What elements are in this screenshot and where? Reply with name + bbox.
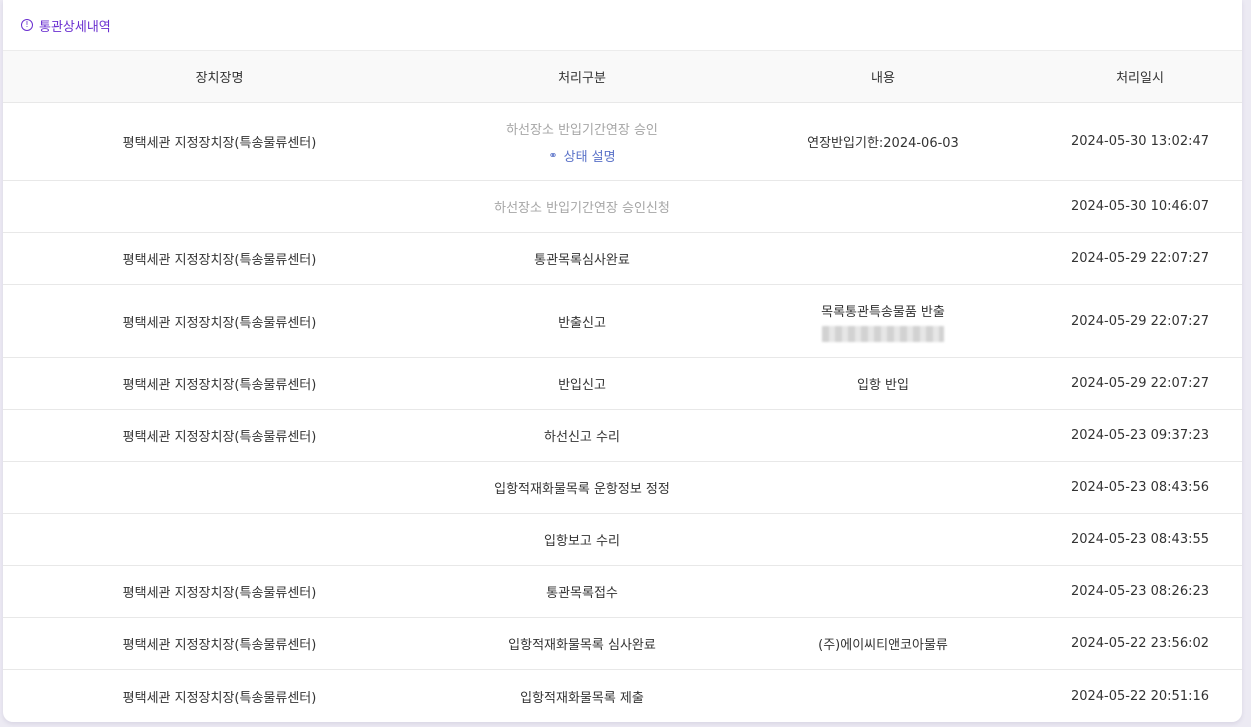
table-row: 평택세관 지정장치장(특송물류센터) 반입신고 입항 반입 2024-05-29… xyxy=(3,358,1242,410)
cell-type: 반출신고 xyxy=(558,315,606,331)
cell-datetime: 2024-05-23 09:37:23 xyxy=(1070,428,1210,443)
table-row: 입항적재화물목록 운항정보 정정 2024-05-23 08:43:56 xyxy=(3,462,1242,514)
table-header: 장치장명 처리구분 내용 처리일시 xyxy=(3,51,1242,103)
cell-type: 하선신고 수리 xyxy=(544,430,620,445)
cell-datetime: 2024-05-30 10:46:07 xyxy=(1070,199,1210,214)
cell-content: (주)에이씨티앤코아물류 xyxy=(818,638,948,653)
cell-datetime: 2024-05-29 22:07:27 xyxy=(1070,251,1210,266)
table-row: 하선장소 반입기간연장 승인신청 2024-05-30 10:46:07 xyxy=(3,181,1242,233)
cell-content: 연장반입기한:2024-06-03 xyxy=(807,136,959,151)
link-icon: ⚭ xyxy=(548,148,558,162)
customs-detail-card: ! 통관상세내역 장치장명 처리구분 내용 처리일시 평택세관 지정장치장(특송… xyxy=(3,0,1242,722)
cell-datetime: 2024-05-22 20:51:16 xyxy=(1070,688,1210,704)
cell-place: 평택세관 지정장치장(특송물류센터) xyxy=(122,136,317,151)
cell-type: 입항보고 수리 xyxy=(544,534,620,549)
cell-type: 입항적재화물목록 운항정보 정정 xyxy=(494,482,670,497)
section-header: ! 통관상세내역 xyxy=(3,0,1242,51)
cell-place: 평택세관 지정장치장(특송물류센터) xyxy=(122,315,317,331)
cell-place: 평택세관 지정장치장(특송물류센터) xyxy=(122,586,317,601)
status-description-label: 상태 설명 xyxy=(563,149,616,165)
section-title: 통관상세내역 xyxy=(39,19,111,35)
cell-type-text: 하선장소 반입기간연장 승인 xyxy=(506,122,658,138)
cell-datetime: 2024-05-23 08:43:56 xyxy=(1070,480,1210,495)
table-row: 입항보고 수리 2024-05-23 08:43:55 xyxy=(3,514,1242,566)
cell-content: 목록통관특송물품 반출 xyxy=(728,301,1038,342)
cell-datetime: 2024-05-30 13:02:47 xyxy=(1070,134,1210,149)
cell-place: 평택세관 지정장치장(특송물류센터) xyxy=(122,430,317,445)
cell-datetime: 2024-05-29 22:07:27 xyxy=(1070,313,1210,329)
cell-datetime: 2024-05-23 08:26:23 xyxy=(1070,584,1210,599)
cell-place: 평택세관 지정장치장(특송물류센터) xyxy=(122,253,317,268)
table-row: 평택세관 지정장치장(특송물류센터) 통관목록심사완료 2024-05-29 2… xyxy=(3,233,1242,285)
table-row: 평택세관 지정장치장(특송물류센터) 통관목록접수 2024-05-23 08:… xyxy=(3,566,1242,618)
column-header-datetime: 처리일시 xyxy=(1116,71,1164,86)
cell-type: 입항적재화물목록 제출 xyxy=(520,690,644,706)
info-circle-icon: ! xyxy=(21,19,33,31)
table-row: 평택세관 지정장치장(특송물류센터) 하선신고 수리 2024-05-23 09… xyxy=(3,410,1242,462)
status-description-link[interactable]: ⚭ 상태 설명 xyxy=(548,146,615,165)
table-row: 평택세관 지정장치장(특송물류센터) 입항적재화물목록 심사완료 (주)에이씨티… xyxy=(3,618,1242,670)
cell-type: 입항적재화물목록 심사완료 xyxy=(508,638,656,653)
cell-place: 평택세관 지정장치장(특송물류센터) xyxy=(122,378,317,393)
table-row: 평택세관 지정장치장(특송물류센터) 반출신고 목록통관특송물품 반출 2024… xyxy=(3,285,1242,358)
table-row: 평택세관 지정장치장(특송물류센터) 입항적재화물목록 제출 2024-05-2… xyxy=(3,670,1242,722)
cell-type: 하선장소 반입기간연장 승인신청 xyxy=(494,201,670,216)
column-header-place: 장치장명 xyxy=(195,71,244,86)
redacted-text xyxy=(822,325,944,342)
column-header-content: 내용 xyxy=(871,71,895,86)
cell-type: 하선장소 반입기간연장 승인 ⚭ 상태 설명 xyxy=(436,119,728,165)
cell-datetime: 2024-05-29 22:07:27 xyxy=(1070,376,1210,391)
cell-datetime: 2024-05-22 23:56:02 xyxy=(1070,636,1210,651)
cell-place: 평택세관 지정장치장(특송물류센터) xyxy=(122,690,317,706)
cell-datetime: 2024-05-23 08:43:55 xyxy=(1070,532,1210,547)
cell-type: 통관목록접수 xyxy=(546,586,618,601)
cell-content: 입항 반입 xyxy=(857,378,909,393)
column-header-type: 처리구분 xyxy=(558,71,606,86)
cell-type: 반입신고 xyxy=(558,378,606,393)
cell-content-text: 목록통관특송물품 반출 xyxy=(821,304,945,320)
cell-type: 통관목록심사완료 xyxy=(534,253,630,268)
cell-place: 평택세관 지정장치장(특송물류센터) xyxy=(122,638,317,653)
table-row: 평택세관 지정장치장(특송물류센터) 하선장소 반입기간연장 승인 ⚭ 상태 설… xyxy=(3,103,1242,181)
